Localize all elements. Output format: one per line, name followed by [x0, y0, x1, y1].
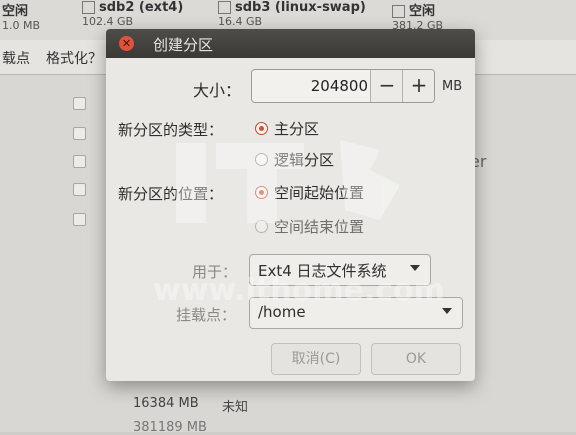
partition-name: 空闲 [2, 4, 29, 19]
size-input[interactable]: 204800 [252, 70, 368, 102]
dialog-titlebar[interactable]: ✕ 创建分区 [106, 29, 475, 58]
column-format[interactable]: 格式化？ [46, 48, 102, 68]
size-label: 大小： [193, 81, 242, 100]
decrease-button[interactable]: − [370, 70, 403, 102]
mount-point-combo[interactable]: /home [249, 297, 463, 329]
table-cell: 未知 [222, 400, 249, 415]
partition-size: 102.4 GB [82, 15, 134, 28]
partition-size: 16.4 GB [218, 15, 263, 28]
format-checkbox[interactable] [73, 183, 86, 196]
partition-location-label: 新分区的位置： [118, 185, 224, 203]
table-cell: 16384 MB [133, 396, 199, 411]
location-start-label[interactable]: 空间起始位置 [274, 182, 364, 203]
format-checkbox[interactable] [73, 127, 86, 140]
ok-button[interactable]: OK [371, 343, 461, 375]
primary-partition-radio[interactable] [255, 122, 268, 135]
partition-free-1: 空闲 1.0 MB [2, 0, 40, 32]
location-end-label[interactable]: 空间结束位置 [274, 216, 364, 237]
use-as-select[interactable]: Ext4 日志文件系统 [249, 254, 431, 286]
close-icon[interactable]: ✕ [119, 36, 134, 51]
cancel-button[interactable]: 取消(C) [271, 343, 361, 375]
partition-name: 空闲 [409, 4, 436, 19]
mount-point-label: 挂载点： [176, 306, 237, 324]
use-as-value: Ext4 日志文件系统 [258, 262, 387, 280]
size-unit: MB [442, 79, 463, 94]
partition-name: sdb2 (ext4) [99, 0, 184, 15]
table-cell: 381189 MB [133, 420, 207, 435]
partition-swatch [82, 1, 95, 14]
size-spinbox[interactable]: 204800 − + [251, 69, 435, 103]
partition-free-2: 空闲 381.2 GB [392, 0, 443, 32]
logical-partition-radio[interactable] [255, 153, 268, 166]
chevron-down-icon[interactable] [442, 308, 452, 314]
partition-name: sdb3 (linux-swap) [235, 0, 366, 15]
partition-swatch [218, 1, 231, 14]
location-start-radio[interactable] [255, 186, 268, 199]
primary-partition-label[interactable]: 主分区 [274, 118, 319, 139]
mount-point-input[interactable]: /home [258, 303, 306, 321]
format-checkbox[interactable] [73, 155, 86, 168]
partition-sdb3: sdb3 (linux-swap) 16.4 GB [218, 0, 366, 28]
partition-sdb2: sdb2 (ext4) 102.4 GB [82, 0, 183, 28]
dialog-title: 创建分区 [153, 36, 214, 54]
location-end-radio[interactable] [255, 220, 268, 233]
partition-size: 1.0 MB [2, 19, 41, 32]
logical-partition-label[interactable]: 逻辑分区 [274, 149, 334, 170]
partition-type-label: 新分区的类型： [118, 121, 224, 139]
create-partition-dialog: ✕ 创建分区 大小： 204800 − + MB 新分区的类型： 主分区 逻辑分… [106, 29, 475, 381]
increase-button[interactable]: + [402, 70, 434, 102]
column-mount[interactable]: 载点 [2, 48, 30, 68]
partition-swatch [392, 5, 405, 18]
format-checkbox[interactable] [73, 213, 86, 226]
use-as-label: 用于： [192, 263, 238, 281]
chevron-down-icon [410, 265, 420, 271]
format-checkbox[interactable] [73, 97, 86, 110]
